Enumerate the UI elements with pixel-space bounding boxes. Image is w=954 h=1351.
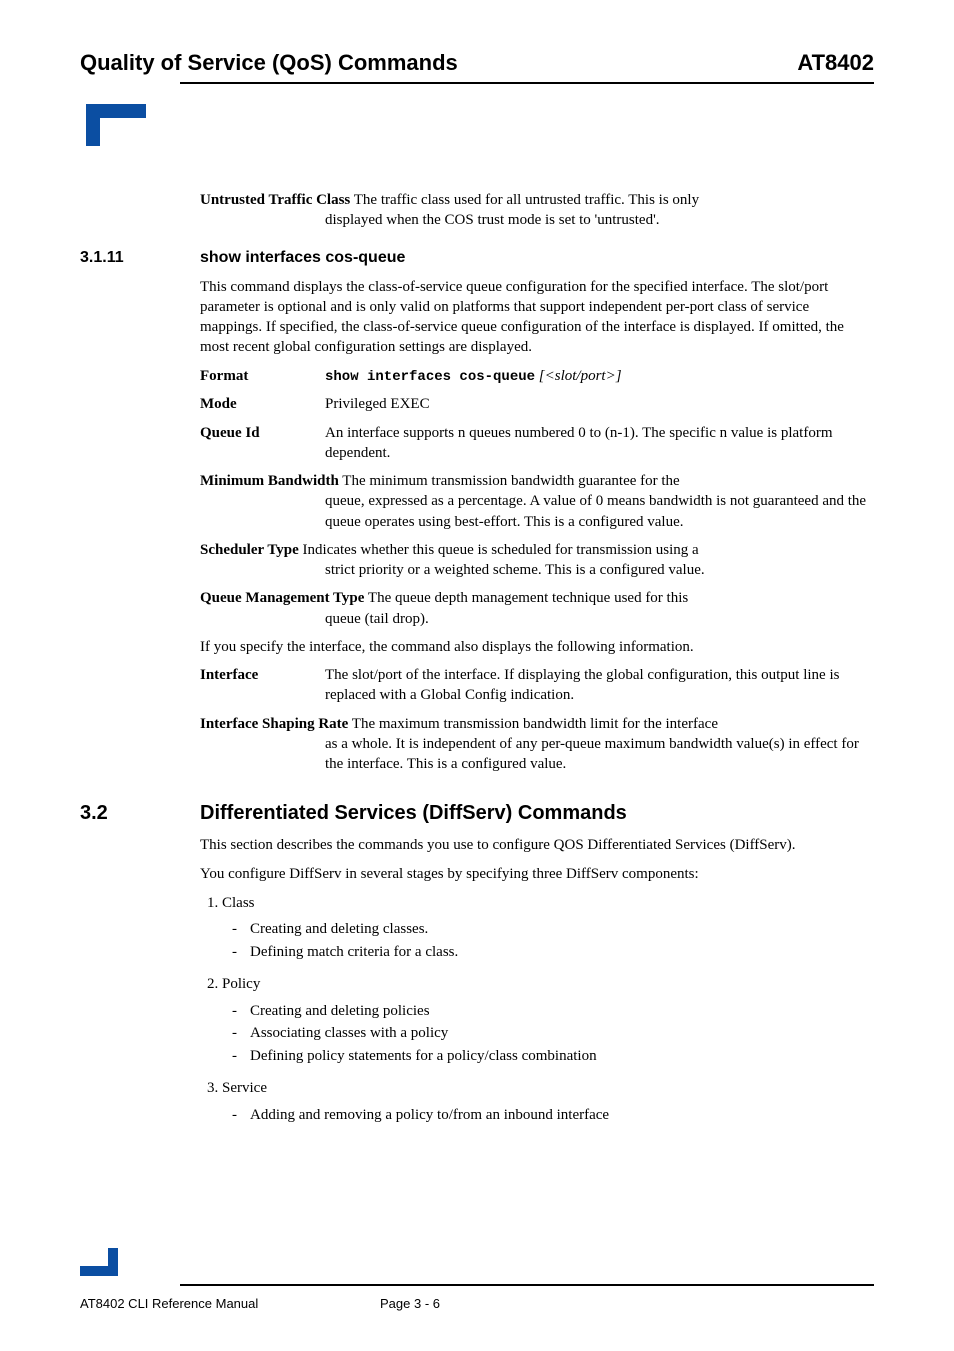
section-title: show interfaces cos-queue bbox=[200, 249, 405, 267]
step-service: Service Adding and removing a policy to/… bbox=[222, 1077, 874, 1126]
row-queue-id: Queue Id An interface supports n queues … bbox=[200, 423, 874, 464]
format-command: show interfaces cos-queue bbox=[325, 369, 535, 385]
label-interface: Interface bbox=[200, 665, 325, 706]
def-scheduler-type: Scheduler Type Indicates whether this qu… bbox=[200, 540, 874, 581]
step-service-addremove: Adding and removing a policy to/from an … bbox=[250, 1104, 874, 1127]
row-mode: Mode Privileged EXEC bbox=[200, 394, 874, 414]
page-footer: AT8402 CLI Reference Manual Page 3 - 6 bbox=[80, 1236, 874, 1311]
footer-page-number: Page 3 - 6 bbox=[380, 1296, 440, 1311]
term: Scheduler Type bbox=[200, 542, 299, 558]
footer-rule bbox=[180, 1284, 874, 1286]
label-mode: Mode bbox=[200, 394, 325, 414]
step-policy-define: Defining policy statements for a policy/… bbox=[250, 1045, 874, 1068]
term: Interface Shaping Rate bbox=[200, 716, 348, 732]
label-queue-id: Queue Id bbox=[200, 423, 325, 464]
section-number: 3.1.11 bbox=[80, 249, 200, 267]
diffserv-p2: You configure DiffServ in several stages… bbox=[200, 864, 874, 884]
def-queue-management-type: Queue Management Type The queue depth ma… bbox=[200, 588, 874, 629]
if-specify-note: If you specify the interface, the comman… bbox=[200, 637, 874, 657]
label-format: Format bbox=[200, 366, 325, 387]
def-minimum-bandwidth: Minimum Bandwidth The minimum transmissi… bbox=[200, 471, 874, 532]
header-rule bbox=[180, 82, 874, 84]
value-mode: Privileged EXEC bbox=[325, 394, 874, 414]
diffserv-p1: This section describes the commands you … bbox=[200, 835, 874, 855]
header-right: AT8402 bbox=[797, 50, 874, 76]
term: Untrusted Traffic Class bbox=[200, 192, 350, 208]
header-left: Quality of Service (QoS) Commands bbox=[80, 50, 458, 76]
diffserv-steps: Class Creating and deleting classes. Def… bbox=[222, 892, 874, 1127]
step-class-match: Defining match criteria for a class. bbox=[250, 941, 874, 964]
term: Queue Management Type bbox=[200, 590, 364, 606]
def-untrusted-traffic-class: Untrusted Traffic Class The traffic clas… bbox=[200, 190, 874, 231]
footer-manual-name: AT8402 CLI Reference Manual bbox=[80, 1296, 380, 1311]
value-queue-id: An interface supports n queues numbered … bbox=[325, 423, 874, 464]
section-number: 3.2 bbox=[80, 802, 200, 825]
format-arg: [<slot/port>] bbox=[535, 368, 622, 384]
brand-logo bbox=[86, 104, 162, 160]
step-class-create: Creating and deleting classes. bbox=[250, 918, 874, 941]
step-policy-assoc: Associating classes with a policy bbox=[250, 1022, 874, 1045]
row-interface: Interface The slot/port of the interface… bbox=[200, 665, 874, 706]
step-class: Class Creating and deleting classes. Def… bbox=[222, 892, 874, 964]
row-format: Format show interfaces cos-queue [<slot/… bbox=[200, 366, 874, 387]
page-header: Quality of Service (QoS) Commands AT8402 bbox=[80, 50, 874, 82]
section-3-2-heading: 3.2 Differentiated Services (DiffServ) C… bbox=[80, 802, 874, 825]
step-policy-create: Creating and deleting policies bbox=[250, 1000, 874, 1023]
term: Minimum Bandwidth bbox=[200, 473, 339, 489]
step-policy: Policy Creating and deleting policies As… bbox=[222, 973, 874, 1067]
footer-logo bbox=[80, 1236, 128, 1276]
section-3-1-11-heading: 3.1.11 show interfaces cos-queue bbox=[80, 249, 874, 267]
value-interface: The slot/port of the interface. If displ… bbox=[325, 665, 874, 706]
def-interface-shaping-rate: Interface Shaping Rate The maximum trans… bbox=[200, 714, 874, 775]
section-title: Differentiated Services (DiffServ) Comma… bbox=[200, 802, 627, 825]
intro-paragraph: This command displays the class-of-servi… bbox=[200, 277, 874, 358]
